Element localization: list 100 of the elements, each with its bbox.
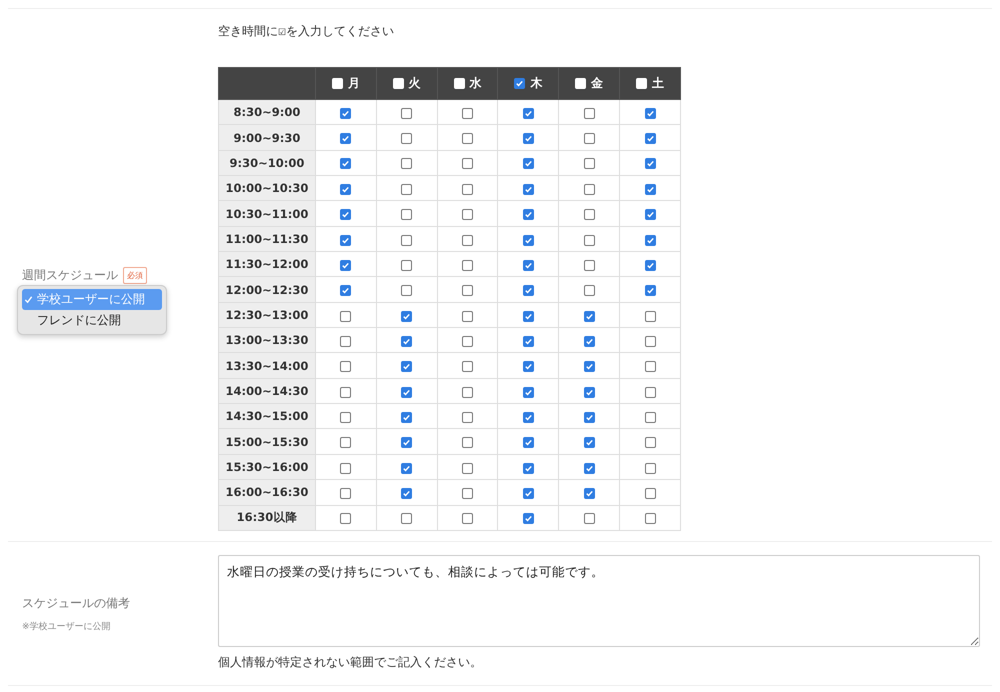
checkbox[interactable] <box>584 336 595 347</box>
remarks-field[interactable]: 水曜日の授業の受け持ちについても、相談によっては可能です。 <box>218 555 980 647</box>
checkbox[interactable] <box>462 462 474 474</box>
visibility-menu[interactable]: 学校ユーザーに公開 フレンドに公開 <box>17 285 167 335</box>
checkbox[interactable] <box>522 310 534 322</box>
checkbox[interactable] <box>644 386 656 398</box>
checkbox[interactable] <box>584 462 595 474</box>
checkbox[interactable] <box>644 488 656 499</box>
checkbox[interactable] <box>462 209 474 220</box>
checkbox[interactable] <box>522 462 534 474</box>
checkbox[interactable] <box>401 260 412 271</box>
checkbox[interactable] <box>462 133 474 144</box>
checkbox[interactable] <box>401 513 412 524</box>
checkbox[interactable] <box>462 260 474 271</box>
checkbox[interactable] <box>584 209 595 220</box>
checkbox[interactable] <box>644 260 656 271</box>
checkbox[interactable] <box>462 158 474 170</box>
checkbox[interactable] <box>522 361 534 372</box>
checkbox[interactable] <box>644 412 656 423</box>
checkbox[interactable] <box>462 386 474 398</box>
checkbox[interactable] <box>522 108 534 119</box>
checkbox[interactable] <box>644 108 656 119</box>
checkbox[interactable] <box>644 462 656 474</box>
checkbox[interactable] <box>522 209 534 220</box>
checkbox[interactable] <box>644 336 656 347</box>
checkbox[interactable] <box>584 361 595 372</box>
checkbox[interactable] <box>401 184 412 195</box>
checkbox[interactable] <box>462 361 474 372</box>
checkbox[interactable] <box>401 488 412 499</box>
checkbox[interactable] <box>462 488 474 499</box>
checkbox[interactable] <box>401 437 412 448</box>
checkbox[interactable] <box>522 184 534 195</box>
checkbox[interactable] <box>522 158 534 170</box>
checkbox[interactable] <box>340 209 352 220</box>
checkbox[interactable] <box>340 133 352 144</box>
checkbox[interactable] <box>340 462 352 474</box>
checkbox[interactable] <box>584 412 595 423</box>
checkbox[interactable] <box>340 513 352 524</box>
checkbox[interactable] <box>462 437 474 448</box>
checkbox[interactable] <box>644 133 656 144</box>
checkbox[interactable] <box>584 285 595 296</box>
checkbox[interactable] <box>522 133 534 144</box>
checkbox[interactable] <box>522 234 534 246</box>
checkbox[interactable] <box>584 108 595 119</box>
checkbox[interactable] <box>340 412 352 423</box>
checkbox[interactable] <box>644 234 656 246</box>
checkbox[interactable] <box>340 488 352 499</box>
checkbox[interactable] <box>462 310 474 322</box>
checkbox[interactable] <box>514 78 526 89</box>
checkbox[interactable] <box>522 260 534 271</box>
checkbox[interactable] <box>644 310 656 322</box>
checkbox[interactable] <box>644 513 656 524</box>
checkbox[interactable] <box>644 209 656 220</box>
checkbox[interactable] <box>401 412 412 423</box>
checkbox[interactable] <box>584 488 595 499</box>
checkbox[interactable] <box>644 361 656 372</box>
checkbox[interactable] <box>401 386 412 398</box>
checkbox[interactable] <box>522 513 534 524</box>
checkbox[interactable] <box>340 184 352 195</box>
checkbox[interactable] <box>340 285 352 296</box>
checkbox[interactable] <box>401 361 412 372</box>
checkbox[interactable] <box>462 412 474 423</box>
checkbox[interactable] <box>340 437 352 448</box>
checkbox[interactable] <box>522 336 534 347</box>
checkbox[interactable] <box>584 386 595 398</box>
checkbox[interactable] <box>584 184 595 195</box>
checkbox[interactable] <box>584 513 595 524</box>
checkbox[interactable] <box>644 158 656 170</box>
checkbox[interactable] <box>584 437 595 448</box>
checkbox[interactable] <box>462 108 474 119</box>
checkbox[interactable] <box>401 462 412 474</box>
checkbox[interactable] <box>584 234 595 246</box>
checkbox[interactable] <box>584 133 595 144</box>
checkbox[interactable] <box>340 336 352 347</box>
checkbox[interactable] <box>462 285 474 296</box>
checkbox[interactable] <box>401 310 412 322</box>
checkbox[interactable] <box>340 108 352 119</box>
checkbox[interactable] <box>401 133 412 144</box>
checkbox[interactable] <box>522 437 534 448</box>
checkbox[interactable] <box>644 184 656 195</box>
checkbox[interactable] <box>522 412 534 423</box>
checkbox[interactable] <box>401 336 412 347</box>
menu-option[interactable]: フレンドに公開 <box>22 310 162 331</box>
checkbox[interactable] <box>522 285 534 296</box>
checkbox[interactable] <box>462 336 474 347</box>
checkbox[interactable] <box>401 158 412 170</box>
checkbox[interactable] <box>340 260 352 271</box>
checkbox[interactable] <box>401 108 412 119</box>
checkbox[interactable] <box>340 234 352 246</box>
checkbox[interactable] <box>401 285 412 296</box>
checkbox[interactable] <box>462 234 474 246</box>
checkbox[interactable] <box>340 310 352 322</box>
checkbox[interactable] <box>462 184 474 195</box>
checkbox[interactable] <box>584 310 595 322</box>
checkbox[interactable] <box>401 234 412 246</box>
checkbox[interactable] <box>522 386 534 398</box>
checkbox[interactable] <box>462 513 474 524</box>
checkbox[interactable] <box>522 488 534 499</box>
checkbox[interactable] <box>644 285 656 296</box>
checkbox[interactable] <box>401 209 412 220</box>
